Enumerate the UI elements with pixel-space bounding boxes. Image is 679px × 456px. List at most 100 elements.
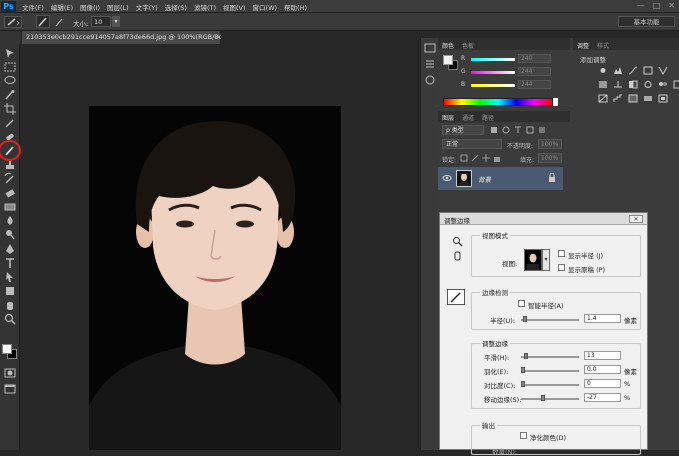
opacity-input[interactable]: 100% — [538, 139, 562, 149]
gradient-tool-icon[interactable] — [3, 200, 17, 213]
lock-all-icon[interactable] — [493, 154, 501, 162]
erase-refinement-button[interactable] — [54, 16, 66, 28]
foreground-color-swatch[interactable] — [2, 344, 12, 354]
adjust-row-slider-knob[interactable] — [524, 353, 528, 359]
color-foreground-swatch[interactable] — [443, 55, 453, 65]
menu-select[interactable]: 选择(S) — [165, 2, 187, 12]
smart-radius-checkbox[interactable] — [518, 300, 525, 307]
tab-channels[interactable]: 通道 — [462, 113, 474, 122]
view-dropdown-arrow[interactable]: ▾ — [542, 249, 550, 271]
adjust-row-input[interactable]: 0.0 — [584, 365, 621, 374]
lock-paint-icon[interactable] — [471, 154, 479, 162]
tab-adjustments[interactable]: 调整 — [577, 41, 589, 50]
menu-edit[interactable]: 编辑(E) — [51, 2, 73, 12]
posterize-icon[interactable] — [613, 94, 623, 103]
adjust-row-slider-knob[interactable] — [521, 367, 525, 373]
show-radius-checkbox[interactable] — [558, 250, 565, 257]
brightness-icon[interactable] — [598, 66, 608, 75]
adjust-filter-icon[interactable] — [502, 126, 510, 134]
tab-layers[interactable]: 图层 — [442, 113, 454, 122]
menu-file[interactable]: 文件(F) — [22, 2, 44, 12]
brush-picker-button[interactable] — [36, 15, 50, 28]
photo-filter-icon[interactable] — [643, 80, 653, 89]
lasso-tool-icon[interactable] — [3, 74, 17, 87]
vibrance-icon[interactable] — [658, 66, 668, 75]
radius-input[interactable]: 1.4 — [584, 314, 621, 323]
quick-select-tool-icon[interactable] — [3, 88, 17, 101]
menu-filter[interactable]: 滤镜(T) — [194, 2, 216, 12]
refine-radius-tool-button[interactable] — [447, 289, 465, 305]
size-dropdown-icon[interactable]: ▾ — [112, 16, 120, 27]
text-filter-icon[interactable] — [514, 126, 522, 134]
close-tab-button[interactable]: × — [216, 33, 222, 41]
smart-filter-icon[interactable] — [538, 126, 546, 134]
document-tab[interactable]: 210353e0cb291cce914057a8f73de66d.jpg @ 1… — [22, 31, 221, 44]
workspace-switcher[interactable]: 基本功能 — [618, 16, 675, 27]
canvas-photo[interactable] — [89, 106, 341, 450]
black-white-icon[interactable] — [628, 80, 638, 89]
hand-tool-icon[interactable] — [3, 298, 17, 311]
view-preview-thumbnail[interactable] — [524, 249, 542, 271]
adjust-row-slider-knob[interactable] — [521, 381, 525, 387]
menu-image[interactable]: 图像(I) — [80, 2, 100, 12]
maximize-button[interactable]: □ — [653, 1, 661, 10]
adjust-row-input[interactable]: 0 — [584, 379, 621, 388]
radius-slider[interactable] — [521, 316, 579, 322]
channel-g-input[interactable]: 244 — [518, 67, 551, 76]
dialog-zoom-icon[interactable] — [452, 236, 463, 247]
eyedropper-tool-icon[interactable] — [3, 116, 17, 129]
show-original-checkbox[interactable] — [558, 264, 565, 271]
channel-g-slider[interactable] — [471, 71, 515, 74]
minimize-button[interactable]: — — [637, 1, 645, 10]
channel-r-input[interactable]: 240 — [518, 54, 551, 63]
zoom-tool-icon[interactable] — [3, 312, 17, 325]
adjust-row-input[interactable]: -27 — [584, 393, 621, 402]
hue-sat-icon[interactable] — [598, 80, 608, 89]
fill-input[interactable]: 100% — [538, 153, 562, 163]
exposure-icon[interactable] — [643, 66, 653, 75]
pixel-filter-icon[interactable] — [490, 126, 498, 134]
history-panel-icon[interactable] — [424, 42, 436, 54]
adjust-row-slider[interactable] — [521, 367, 579, 373]
levels-icon[interactable] — [613, 66, 623, 75]
layer-name[interactable]: 背景 — [478, 174, 491, 184]
tab-styles[interactable]: 样式 — [597, 41, 609, 50]
threshold-icon[interactable] — [628, 94, 638, 103]
move-tool-icon[interactable] — [3, 46, 17, 59]
gradient-map-icon[interactable] — [643, 94, 653, 103]
adjust-row-slider[interactable] — [521, 395, 579, 401]
crop-tool-icon[interactable] — [3, 102, 17, 115]
shape-filter-icon[interactable] — [526, 126, 534, 134]
visibility-eye-icon[interactable] — [442, 174, 452, 182]
radius-slider-knob[interactable] — [523, 316, 527, 322]
channel-b-input[interactable]: 244 — [518, 80, 551, 89]
dialog-hand-icon[interactable] — [452, 250, 463, 261]
tool-preset-picker[interactable] — [4, 16, 22, 28]
marquee-tool-icon[interactable] — [3, 60, 17, 73]
history-brush-tool-icon[interactable] — [3, 172, 17, 185]
properties-panel-icon[interactable] — [424, 58, 436, 70]
shape-tool-icon[interactable] — [3, 284, 17, 297]
tab-color[interactable]: 颜色 — [442, 41, 454, 50]
lock-move-icon[interactable] — [482, 154, 490, 162]
path-select-tool-icon[interactable] — [3, 270, 17, 283]
layer-row-background[interactable]: 背景 — [438, 167, 563, 190]
menu-view[interactable]: 视图(V) — [223, 2, 246, 12]
curves-icon[interactable] — [628, 66, 638, 75]
channel-mixer-icon[interactable] — [658, 80, 668, 89]
selective-color-icon[interactable] — [658, 94, 668, 103]
color-spectrum-ramp[interactable] — [443, 98, 553, 106]
menu-layer[interactable]: 图层(L) — [107, 2, 129, 12]
tab-swatches[interactable]: 色板 — [462, 41, 474, 50]
channel-r-slider[interactable] — [471, 58, 515, 61]
menu-type[interactable]: 文字(Y) — [136, 2, 158, 12]
lock-pixels-icon[interactable] — [460, 154, 468, 162]
type-tool-icon[interactable] — [3, 256, 17, 269]
adjust-row-slider[interactable] — [521, 381, 579, 387]
channel-b-slider[interactable] — [471, 84, 515, 87]
tab-paths[interactable]: 路径 — [482, 113, 494, 122]
pen-tool-icon[interactable] — [3, 242, 17, 255]
adjust-row-input[interactable]: 13 — [584, 351, 621, 360]
decontaminate-checkbox[interactable] — [520, 432, 527, 439]
dialog-title-bar[interactable]: 调整边缘 ✕ — [440, 213, 647, 225]
